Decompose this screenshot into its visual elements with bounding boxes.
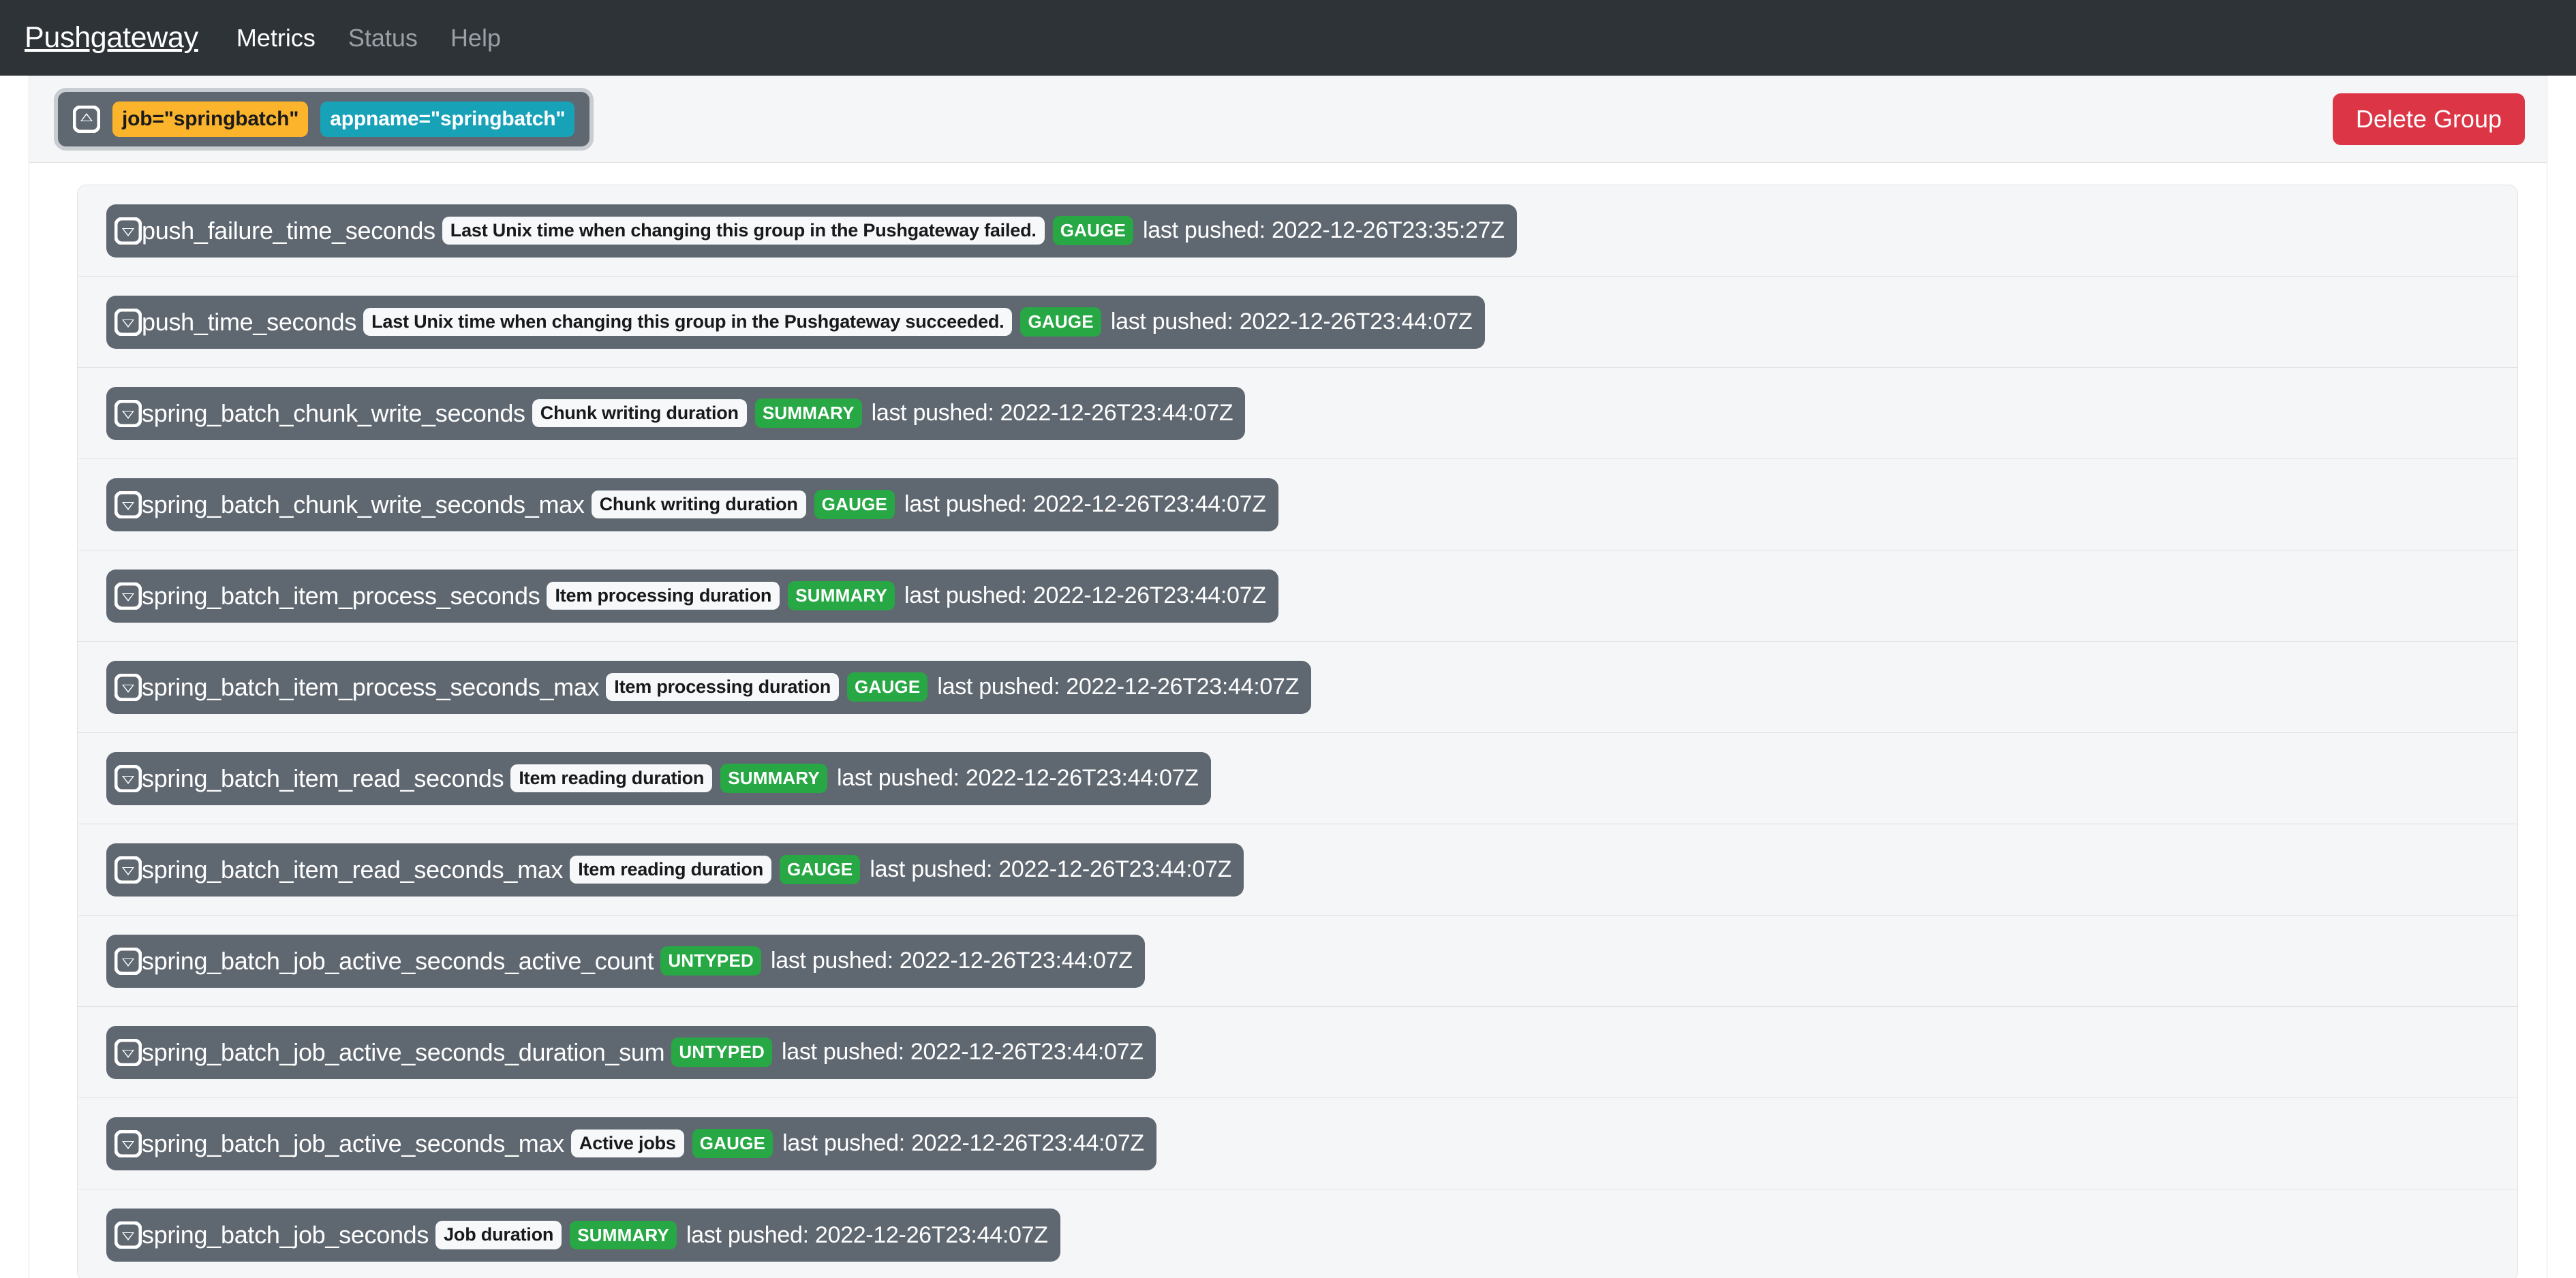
metric-name: spring_batch_item_read_seconds	[142, 764, 504, 792]
metric-type-badge: UNTYPED	[660, 946, 761, 976]
metrics-panel: push_failure_time_seconds Last Unix time …	[29, 163, 2547, 1278]
metrics-list: push_failure_time_seconds Last Unix time …	[77, 185, 2518, 1278]
metric-pill[interactable]: push_failure_time_seconds Last Unix time …	[106, 204, 1517, 258]
page-container: job="springbatch" appname="springbatch" …	[0, 76, 2576, 1278]
metric-row: push_failure_time_seconds Last Unix time …	[78, 185, 2517, 277]
metric-name: spring_batch_item_read_seconds_max	[142, 855, 564, 884]
metric-last-pushed: last pushed: 2022-12-26T23:35:27Z	[1143, 217, 1505, 243]
metric-type-badge: GAUGE	[1020, 307, 1101, 337]
metric-name: spring_batch_job_active_seconds_duration…	[142, 1038, 665, 1066]
metric-pill[interactable]: spring_batch_item_read_seconds_max Item r…	[106, 843, 1244, 897]
metric-row: spring_batch_item_process_seconds Item pr…	[78, 550, 2517, 642]
metric-type-badge: GAUGE	[1052, 216, 1134, 245]
metric-name: push_failure_time_seconds	[142, 216, 435, 245]
navbar: Pushgateway Metrics Status Help	[0, 0, 2576, 76]
metric-pill[interactable]: spring_batch_item_read_seconds Item readi…	[106, 751, 1211, 805]
collapse-up-icon[interactable]	[73, 106, 100, 133]
metric-name: spring_batch_job_active_seconds_active_c…	[142, 946, 654, 975]
metric-last-pushed: last pushed: 2022-12-26T23:44:07Z	[770, 948, 1133, 973]
metric-type-badge: GAUGE	[780, 855, 861, 884]
metric-pill[interactable]: spring_batch_job_seconds Job duration SUMM…	[106, 1209, 1060, 1262]
collapse-down-icon[interactable]	[114, 308, 142, 336]
metric-last-pushed: last pushed: 2022-12-26T23:44:07Z	[871, 400, 1233, 426]
metric-last-pushed: last pushed: 2022-12-26T23:44:07Z	[937, 674, 1300, 700]
collapse-down-icon[interactable]	[114, 490, 142, 518]
metric-row: spring_batch_item_process_seconds_max Ite…	[78, 642, 2517, 733]
metric-row: spring_batch_chunk_write_seconds Chunk wr…	[78, 368, 2517, 459]
collapse-down-icon[interactable]	[114, 1221, 142, 1249]
metric-last-pushed: last pushed: 2022-12-26T23:44:07Z	[904, 491, 1266, 517]
metric-help-badge: Chunk writing duration	[591, 490, 806, 519]
metric-name: spring_batch_job_seconds	[142, 1221, 429, 1249]
metric-help-badge: Last Unix time when changing this group …	[363, 307, 1013, 337]
metric-pill[interactable]: spring_batch_job_active_seconds_active_c…	[106, 934, 1145, 988]
metric-type-badge: SUMMARY	[570, 1220, 677, 1250]
metric-row: spring_batch_chunk_write_seconds_max Chun…	[78, 459, 2517, 550]
metric-row: spring_batch_job_seconds Job duration SUMM…	[78, 1189, 2517, 1278]
metric-pill[interactable]: spring_batch_item_process_seconds_max Ite…	[106, 660, 1312, 714]
metric-row: push_time_seconds Last Unix time when cha…	[78, 277, 2517, 368]
metric-name: spring_batch_item_process_seconds_max	[142, 672, 600, 701]
metric-type-badge: SUMMARY	[788, 581, 895, 610]
metric-row: spring_batch_item_read_seconds Item readi…	[78, 733, 2517, 824]
metric-type-badge: GAUGE	[847, 672, 928, 702]
metric-help-badge: Job duration	[435, 1221, 562, 1249]
metric-help-badge: Item reading duration	[570, 855, 772, 884]
metric-row: spring_batch_job_active_seconds_max Activ…	[78, 1098, 2517, 1189]
metric-last-pushed: last pushed: 2022-12-26T23:44:07Z	[1110, 309, 1473, 334]
nav-link-help[interactable]: Help	[450, 24, 501, 52]
collapse-down-icon[interactable]	[114, 947, 142, 975]
metric-type-badge: GAUGE	[814, 490, 895, 519]
nav-link-status[interactable]: Status	[348, 24, 418, 52]
metric-name: spring_batch_chunk_write_seconds_max	[142, 490, 585, 518]
delete-group-button[interactable]: Delete Group	[2332, 93, 2525, 145]
metric-help-badge: Active jobs	[570, 1129, 684, 1158]
collapse-down-icon[interactable]	[114, 217, 142, 245]
metric-pill[interactable]: spring_batch_chunk_write_seconds_max Chun…	[106, 478, 1278, 531]
metric-last-pushed: last pushed: 2022-12-26T23:44:07Z	[904, 582, 1266, 608]
metric-pill[interactable]: spring_batch_chunk_write_seconds Chunk wr…	[106, 386, 1246, 440]
collapse-down-icon[interactable]	[114, 582, 142, 610]
metric-help-badge: Last Unix time when changing this group …	[442, 216, 1045, 245]
metric-last-pushed: last pushed: 2022-12-26T23:44:07Z	[686, 1221, 1048, 1248]
metric-last-pushed: last pushed: 2022-12-26T23:44:07Z	[836, 765, 1199, 791]
metric-type-badge: SUMMARY	[720, 764, 827, 793]
brand-link[interactable]: Pushgateway	[25, 21, 198, 54]
collapse-down-icon[interactable]	[114, 673, 142, 701]
collapse-down-icon[interactable]	[114, 1129, 142, 1157]
metric-type-badge: SUMMARY	[754, 399, 862, 428]
metric-type-badge: GAUGE	[692, 1129, 773, 1158]
metric-help-badge: Item reading duration	[510, 764, 713, 793]
collapse-down-icon[interactable]	[114, 1038, 142, 1066]
metric-pill[interactable]: spring_batch_job_active_seconds_duration…	[106, 1025, 1156, 1079]
metric-group: job="springbatch" appname="springbatch" …	[29, 76, 2547, 1278]
metric-last-pushed: last pushed: 2022-12-26T23:44:07Z	[870, 856, 1232, 882]
metric-row: spring_batch_job_active_seconds_active_c…	[78, 916, 2517, 1007]
group-label-pill[interactable]: job="springbatch" appname="springbatch"	[54, 88, 594, 151]
metric-pill[interactable]: spring_batch_item_process_seconds Item pr…	[106, 569, 1278, 623]
collapse-down-icon[interactable]	[114, 399, 142, 427]
metric-name: spring_batch_chunk_write_seconds	[142, 399, 525, 427]
metric-row: spring_batch_job_active_seconds_duration…	[78, 1007, 2517, 1098]
metric-type-badge: UNTYPED	[671, 1038, 772, 1067]
metric-name: push_time_seconds	[142, 307, 357, 336]
collapse-down-icon[interactable]	[114, 764, 142, 792]
metric-last-pushed: last pushed: 2022-12-26T23:44:07Z	[782, 1130, 1144, 1156]
metric-name: spring_batch_item_process_seconds	[142, 581, 540, 610]
collapse-down-icon[interactable]	[114, 856, 142, 884]
metric-last-pushed: last pushed: 2022-12-26T23:44:07Z	[781, 1039, 1144, 1065]
group-label-appname[interactable]: appname="springbatch"	[320, 102, 575, 137]
metric-pill[interactable]: spring_batch_job_active_seconds_max Activ…	[106, 1117, 1156, 1170]
metric-help-badge: Chunk writing duration	[532, 399, 747, 428]
metric-help-badge: Item processing duration	[547, 581, 780, 610]
group-header: job="springbatch" appname="springbatch" …	[29, 76, 2547, 163]
metric-name: spring_batch_job_active_seconds_max	[142, 1129, 564, 1157]
nav-link-metrics[interactable]: Metrics	[236, 24, 316, 52]
metric-pill[interactable]: push_time_seconds Last Unix time when cha…	[106, 295, 1485, 349]
group-label-job[interactable]: job="springbatch"	[112, 102, 309, 137]
metric-help-badge: Item processing duration	[606, 672, 840, 702]
metric-row: spring_batch_item_read_seconds_max Item r…	[78, 824, 2517, 916]
